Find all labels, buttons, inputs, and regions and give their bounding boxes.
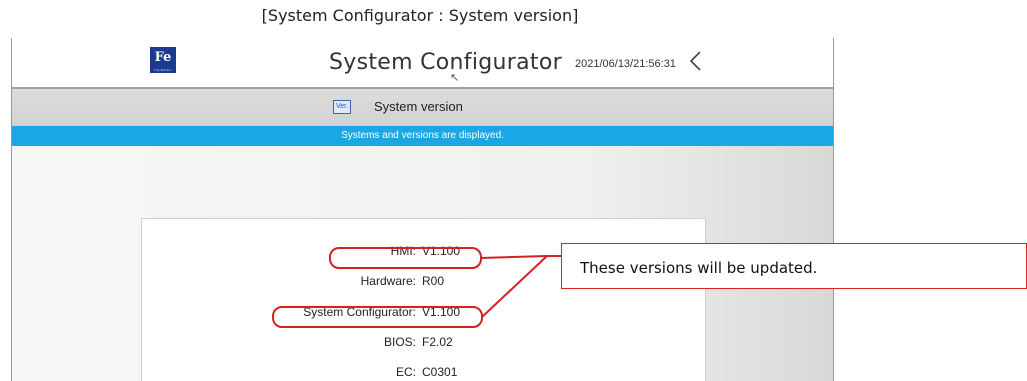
- callout-line-hmi: [480, 255, 548, 259]
- highlight-hmi-version: [329, 247, 482, 269]
- annotation-overlay: [272, 247, 561, 328]
- callout-line-system-configurator: [481, 255, 548, 318]
- highlight-system-configurator-version: [272, 306, 483, 328]
